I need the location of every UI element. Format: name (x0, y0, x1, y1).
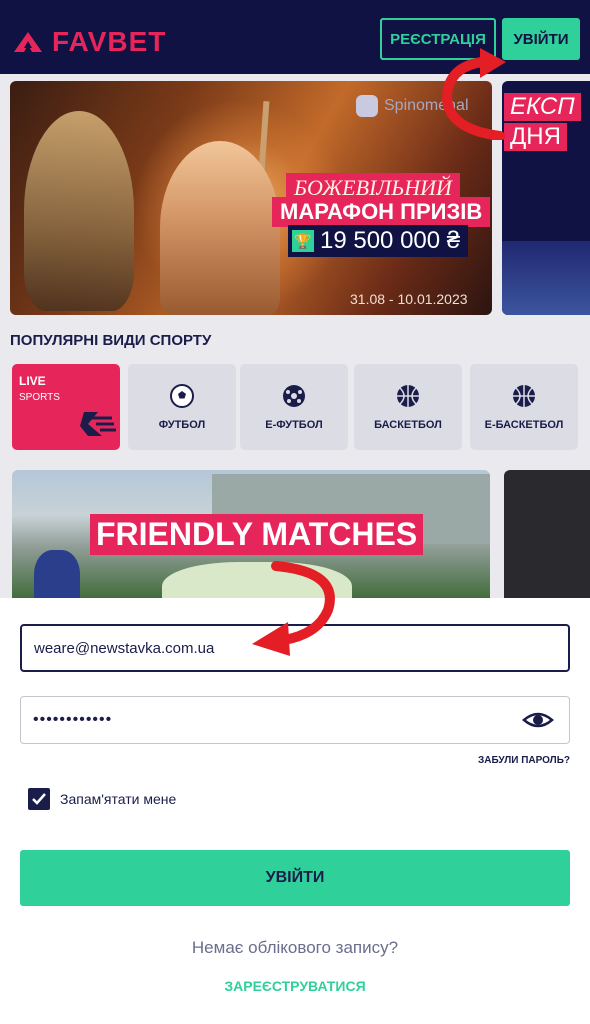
live-sports-card[interactable]: LIVE SPORTS (12, 364, 120, 450)
live-sublabel: SPORTS (19, 392, 60, 403)
logo-mark-icon (14, 32, 42, 52)
favbet-logo[interactable]: FAVBET (12, 26, 166, 58)
promo-dates: 31.08 - 10.01.2023 (350, 291, 468, 307)
sport-card-ebasketball[interactable]: Е-БАСКЕТБОЛ (470, 364, 578, 450)
trophy-icon: 🏆 (292, 230, 314, 252)
side-banner-line1: ЕКСП (504, 93, 581, 121)
basketball-icon (397, 385, 419, 407)
no-account-text: Немає облікового запису? (191, 938, 399, 957)
show-password-icon[interactable] (522, 708, 554, 732)
promo-title-line2: МАРАФОН ПРИЗІВ (272, 197, 491, 227)
login-sheet: weare@newstavka.com.ua •••••••••••• ЗАБУ… (0, 598, 590, 1024)
popular-sports-title: ПОПУЛЯРНІ ВИДИ СПОРТУ (10, 332, 212, 349)
register-link[interactable]: ЗАРЕЄСТРУВАТИСЯ (0, 978, 590, 994)
side-banner-field (502, 241, 590, 315)
promo-amount: 🏆 19 500 000 ₴ (288, 225, 469, 257)
password-field[interactable]: •••••••••••• (20, 696, 570, 744)
sport-label: Е-БАСКЕТБОЛ (484, 419, 564, 431)
promo-amount-value: 19 500 000 ₴ (320, 227, 461, 254)
sport-label: ФУТБОЛ (158, 419, 206, 431)
promo-banner-main[interactable]: Spinomenal БОЖЕВІЛЬНИЙ МАРАФОН ПРИЗІВ 🏆 … (10, 81, 492, 315)
sport-card-football[interactable]: ФУТБОЛ (128, 364, 236, 450)
remember-me-checkbox[interactable] (28, 788, 50, 810)
live-sports-icon (80, 412, 116, 436)
logo-text: FAVBET (52, 26, 167, 57)
login-submit-button[interactable]: УВІЙТИ (20, 850, 570, 906)
featured-banner-next[interactable] (504, 470, 590, 600)
header-login-button[interactable]: УВІЙТИ (502, 18, 580, 60)
sport-label: БАСКЕТБОЛ (374, 419, 442, 431)
featured-player-left (34, 550, 80, 600)
annotation-arrow-icon (252, 561, 335, 656)
ebasketball-icon (513, 385, 535, 407)
banner-character-left (24, 111, 134, 311)
sport-card-efootball[interactable]: Е-ФУТБОЛ (240, 364, 348, 450)
remember-me-label: Запам'ятати мене (60, 791, 177, 807)
sport-label: Е-ФУТБОЛ (265, 419, 323, 431)
efootball-icon (283, 385, 305, 407)
checkmark-icon (32, 793, 46, 805)
side-banner-line2: ДНЯ (504, 123, 567, 151)
promo-banner-next[interactable]: ЕКСП ДНЯ (502, 81, 590, 315)
live-label: LIVE (19, 374, 46, 388)
provider-logo-icon (356, 95, 378, 117)
banner-character-center (160, 141, 280, 315)
annotation-arrow-icon (442, 48, 506, 140)
forgot-password-link[interactable]: ЗАБУЛИ ПАРОЛЬ? (478, 755, 570, 766)
featured-title: FRIENDLY MATCHES (90, 514, 424, 555)
sport-card-basketball[interactable]: БАСКЕТБОЛ (354, 364, 462, 450)
football-icon (170, 384, 194, 408)
